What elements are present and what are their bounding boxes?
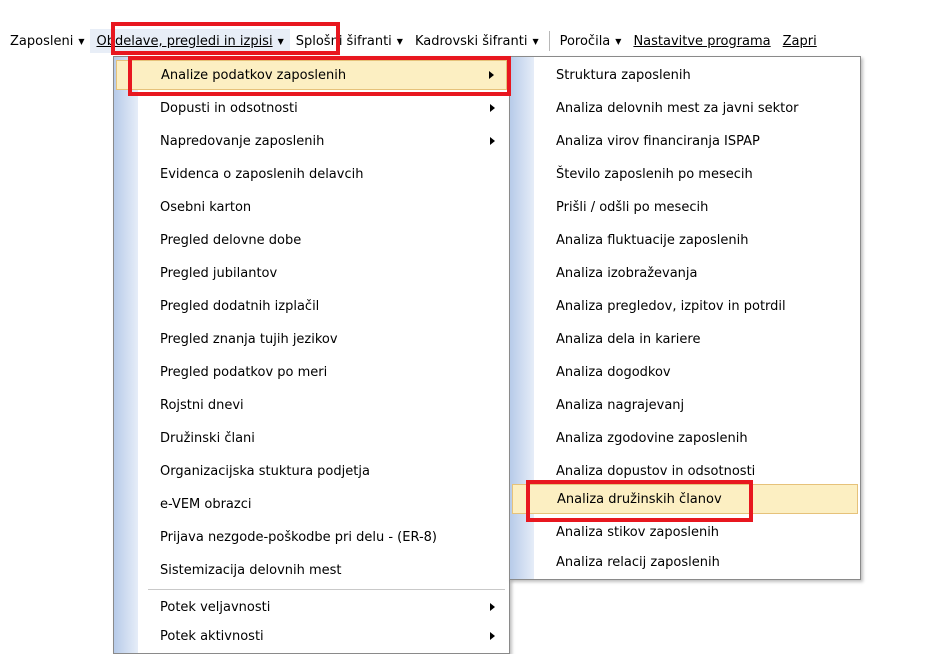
submenu-item-prisli-odsli[interactable]: Prišli / odšli po mesecih: [512, 192, 858, 222]
menu-kadrovski-sifranti[interactable]: Kadrovski šifranti ▼: [409, 29, 545, 53]
menu-porocila[interactable]: Poročila ▼: [554, 29, 628, 53]
menu-obdelave[interactable]: Obdelave, pregledi in izpisi ▼: [90, 29, 290, 53]
submenu-arrow-icon: [489, 71, 494, 79]
menu-nastavitve-programa[interactable]: Nastavitve programa: [627, 29, 776, 53]
menu-item-organizacijska-struktura[interactable]: Organizacijska stuktura podjetja: [116, 456, 507, 486]
menu-item-jubilantov[interactable]: Pregled jubilantov: [116, 258, 507, 288]
submenu-item-fluktuacije[interactable]: Analiza fluktuacije zaposlenih: [512, 225, 858, 255]
menu-item-tujih-jezikov[interactable]: Pregled znanja tujih jezikov: [116, 324, 507, 354]
submenu-item-virov-financiranja[interactable]: Analiza virov financiranja ISPAP: [512, 126, 858, 156]
submenu-arrow-icon: [490, 104, 495, 112]
menu-item-analize-podatkov[interactable]: Analize podatkov zaposlenih: [116, 60, 507, 90]
submenu-item-stikov[interactable]: Analiza stikov zaposlenih: [512, 517, 858, 547]
menu-item-dodatnih-izplacil[interactable]: Pregled dodatnih izplačil: [116, 291, 507, 321]
submenu-item-pregledov[interactable]: Analiza pregledov, izpitov in potrdil: [512, 291, 858, 321]
menu-item-druzinski-clani[interactable]: Družinski člani: [116, 423, 507, 453]
menu-separator: [148, 589, 505, 590]
chevron-down-icon: ▼: [277, 36, 284, 46]
submenu-item-nagrajevanj[interactable]: Analiza nagrajevanj: [512, 390, 858, 420]
menu-item-potek-veljavnosti[interactable]: Potek veljavnosti: [116, 592, 507, 622]
menu-item-po-meri[interactable]: Pregled podatkov po meri: [116, 357, 507, 387]
menu-splosni-sifranti[interactable]: Splošni šifranti ▼: [290, 29, 409, 53]
menu-zapri[interactable]: Zapri: [777, 29, 823, 53]
submenu-item-druzinskih-clanov[interactable]: Analiza družinskih članov: [512, 484, 858, 514]
menu-item-napredovanje[interactable]: Napredovanje zaposlenih: [116, 126, 507, 156]
submenu-item-relacij[interactable]: Analiza relacij zaposlenih: [512, 547, 858, 577]
submenu-arrow-icon: [490, 603, 495, 611]
submenu-arrow-icon: [490, 632, 495, 640]
chevron-down-icon: ▼: [615, 36, 622, 46]
menu-separator: [548, 31, 550, 51]
submenu-item-dogodkov[interactable]: Analiza dogodkov: [512, 357, 858, 387]
submenu-item-struktura[interactable]: Struktura zaposlenih: [512, 60, 858, 90]
menu-item-dopusti[interactable]: Dopusti in odsotnosti: [116, 93, 507, 123]
menu-item-potek-aktivnosti[interactable]: Potek aktivnosti: [116, 621, 507, 651]
menu-item-osebni-karton[interactable]: Osebni karton: [116, 192, 507, 222]
submenu-item-stevilo-zaposlenih[interactable]: Število zaposlenih po mesecih: [512, 159, 858, 189]
dropdown-obdelave: Analize podatkov zaposlenih Dopusti in o…: [113, 56, 510, 654]
submenu-arrow-icon: [490, 137, 495, 145]
menu-item-sistemizacija[interactable]: Sistemizacija delovnih mest: [116, 555, 507, 585]
chevron-down-icon: ▼: [532, 36, 539, 46]
menu-item-rojstni-dnevi[interactable]: Rojstni dnevi: [116, 390, 507, 420]
menu-zaposleni[interactable]: Zaposleni ▼: [4, 29, 90, 53]
submenu-item-dopustov[interactable]: Analiza dopustov in odsotnosti: [512, 456, 858, 486]
menu-item-delovne-dobe[interactable]: Pregled delovne dobe: [116, 225, 507, 255]
menu-bar: Zaposleni ▼ Obdelave, pregledi in izpisi…: [0, 26, 944, 56]
menu-item-prijava-nezgode[interactable]: Prijava nezgode-poškodbe pri delu - (ER-…: [116, 522, 507, 552]
submenu-analize-podatkov: Struktura zaposlenih Analiza delovnih me…: [509, 56, 861, 580]
submenu-item-dela-kariere[interactable]: Analiza dela in kariere: [512, 324, 858, 354]
submenu-item-delovnih-mest[interactable]: Analiza delovnih mest za javni sektor: [512, 93, 858, 123]
submenu-item-zgodovine[interactable]: Analiza zgodovine zaposlenih: [512, 423, 858, 453]
chevron-down-icon: ▼: [78, 36, 85, 46]
submenu-item-izobrazevanja[interactable]: Analiza izobraževanja: [512, 258, 858, 288]
chevron-down-icon: ▼: [396, 36, 403, 46]
menu-item-evidenca[interactable]: Evidenca o zaposlenih delavcih: [116, 159, 507, 189]
menu-item-evem-obrazci[interactable]: e-VEM obrazci: [116, 489, 507, 519]
